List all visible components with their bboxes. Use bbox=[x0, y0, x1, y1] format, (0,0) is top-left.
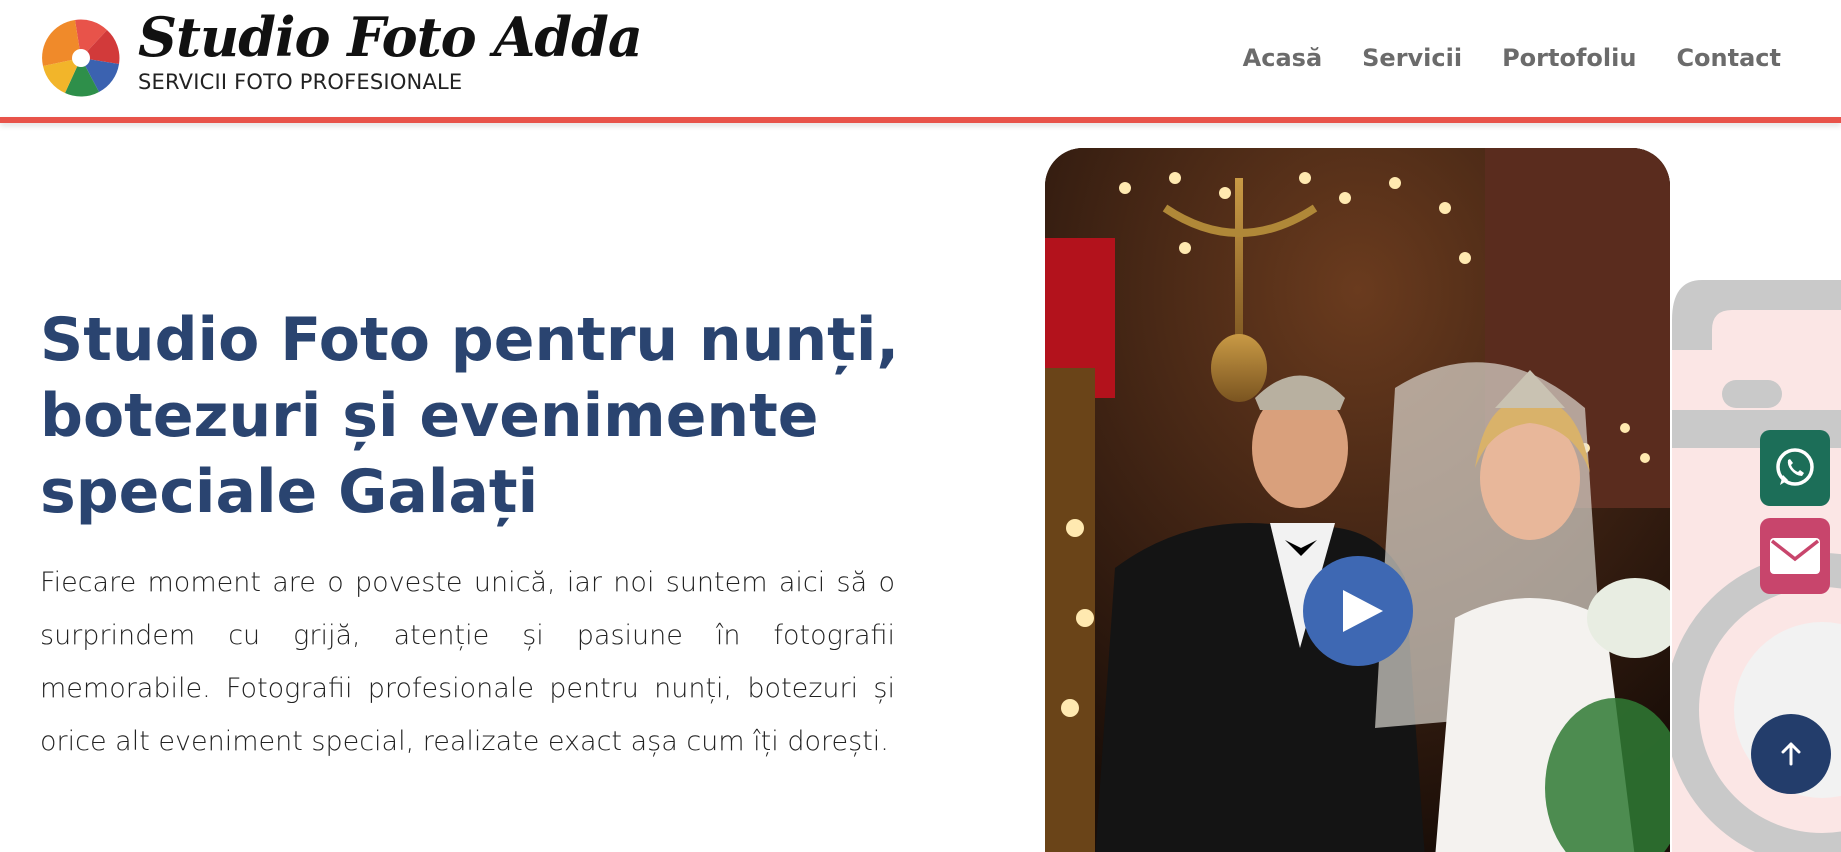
play-video-button[interactable] bbox=[1303, 556, 1413, 666]
envelope-icon bbox=[1770, 538, 1820, 574]
play-icon bbox=[1343, 590, 1383, 632]
site-header: Studio Foto Adda SERVICII FOTO PROFESION… bbox=[0, 0, 1841, 118]
brand-name: Studio Foto Adda bbox=[138, 5, 643, 69]
nav-item-contact[interactable]: Contact bbox=[1676, 44, 1781, 72]
email-button[interactable] bbox=[1760, 518, 1830, 594]
nav-item-acasa[interactable]: Acasă bbox=[1243, 44, 1322, 72]
nav-item-servicii[interactable]: Servicii bbox=[1362, 44, 1462, 72]
main-nav: Acasă Servicii Portofoliu Contact bbox=[1243, 44, 1781, 72]
hero-description: Fiecare moment are o poveste unică, iar … bbox=[40, 567, 895, 757]
wedding-photo bbox=[1045, 148, 1670, 852]
hero-video-thumbnail[interactable] bbox=[1045, 148, 1670, 852]
brand[interactable]: Studio Foto Adda SERVICII FOTO PROFESION… bbox=[138, 5, 643, 94]
header-accent-line bbox=[0, 117, 1841, 123]
nav-item-portofoliu[interactable]: Portofoliu bbox=[1502, 44, 1636, 72]
whatsapp-icon bbox=[1776, 448, 1814, 486]
arrow-up-icon bbox=[1781, 742, 1801, 766]
brand-tagline: SERVICII FOTO PROFESIONALE bbox=[138, 70, 463, 94]
hero-title: Studio Foto pentru nunți, botezuri și ev… bbox=[40, 305, 900, 527]
aperture-logo-icon[interactable] bbox=[40, 12, 122, 104]
whatsapp-button[interactable] bbox=[1760, 430, 1830, 506]
scroll-to-top-button[interactable] bbox=[1751, 714, 1831, 794]
